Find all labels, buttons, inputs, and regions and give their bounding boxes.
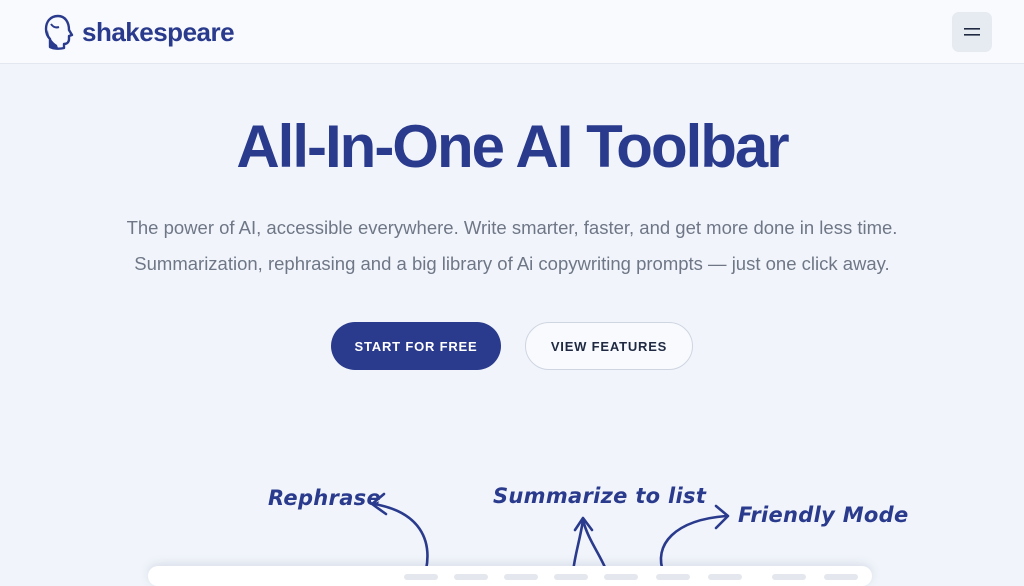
annotation-arrows — [370, 492, 730, 576]
toolbar-preview — [148, 566, 872, 586]
hero-title: All-In-One AI Toolbar — [236, 113, 789, 180]
hero-subtitle-line-2: Summarization, rephrasing and a big libr… — [134, 253, 890, 274]
head-profile-icon — [44, 14, 74, 50]
toolbar-icon[interactable] — [554, 574, 588, 580]
toolbar-icon[interactable] — [824, 574, 858, 580]
start-for-free-button[interactable]: START FOR FREE — [331, 322, 501, 370]
menu-button[interactable] — [952, 12, 992, 52]
toolbar-icon[interactable] — [504, 574, 538, 580]
logo[interactable]: shakespeare — [44, 13, 235, 51]
rephrase-arrow — [372, 502, 429, 572]
hero-subtitle-line-1: The power of AI, accessible everywhere. … — [126, 217, 898, 238]
toolbar-icon[interactable] — [604, 574, 638, 580]
toolbar-icon[interactable] — [454, 574, 488, 580]
toolbar-icon[interactable] — [404, 574, 438, 580]
site-header: shakespeare — [0, 0, 1024, 64]
toolbar-icon[interactable] — [656, 574, 690, 580]
summarize-arrow-right — [581, 518, 609, 574]
view-features-button[interactable]: VIEW FEATURES — [525, 322, 693, 370]
hamburger-menu-icon — [964, 28, 980, 36]
toolbar-icon[interactable] — [708, 574, 742, 580]
toolbar-icon[interactable] — [772, 574, 806, 580]
logo-wordmark: shakespeare — [82, 16, 235, 47]
